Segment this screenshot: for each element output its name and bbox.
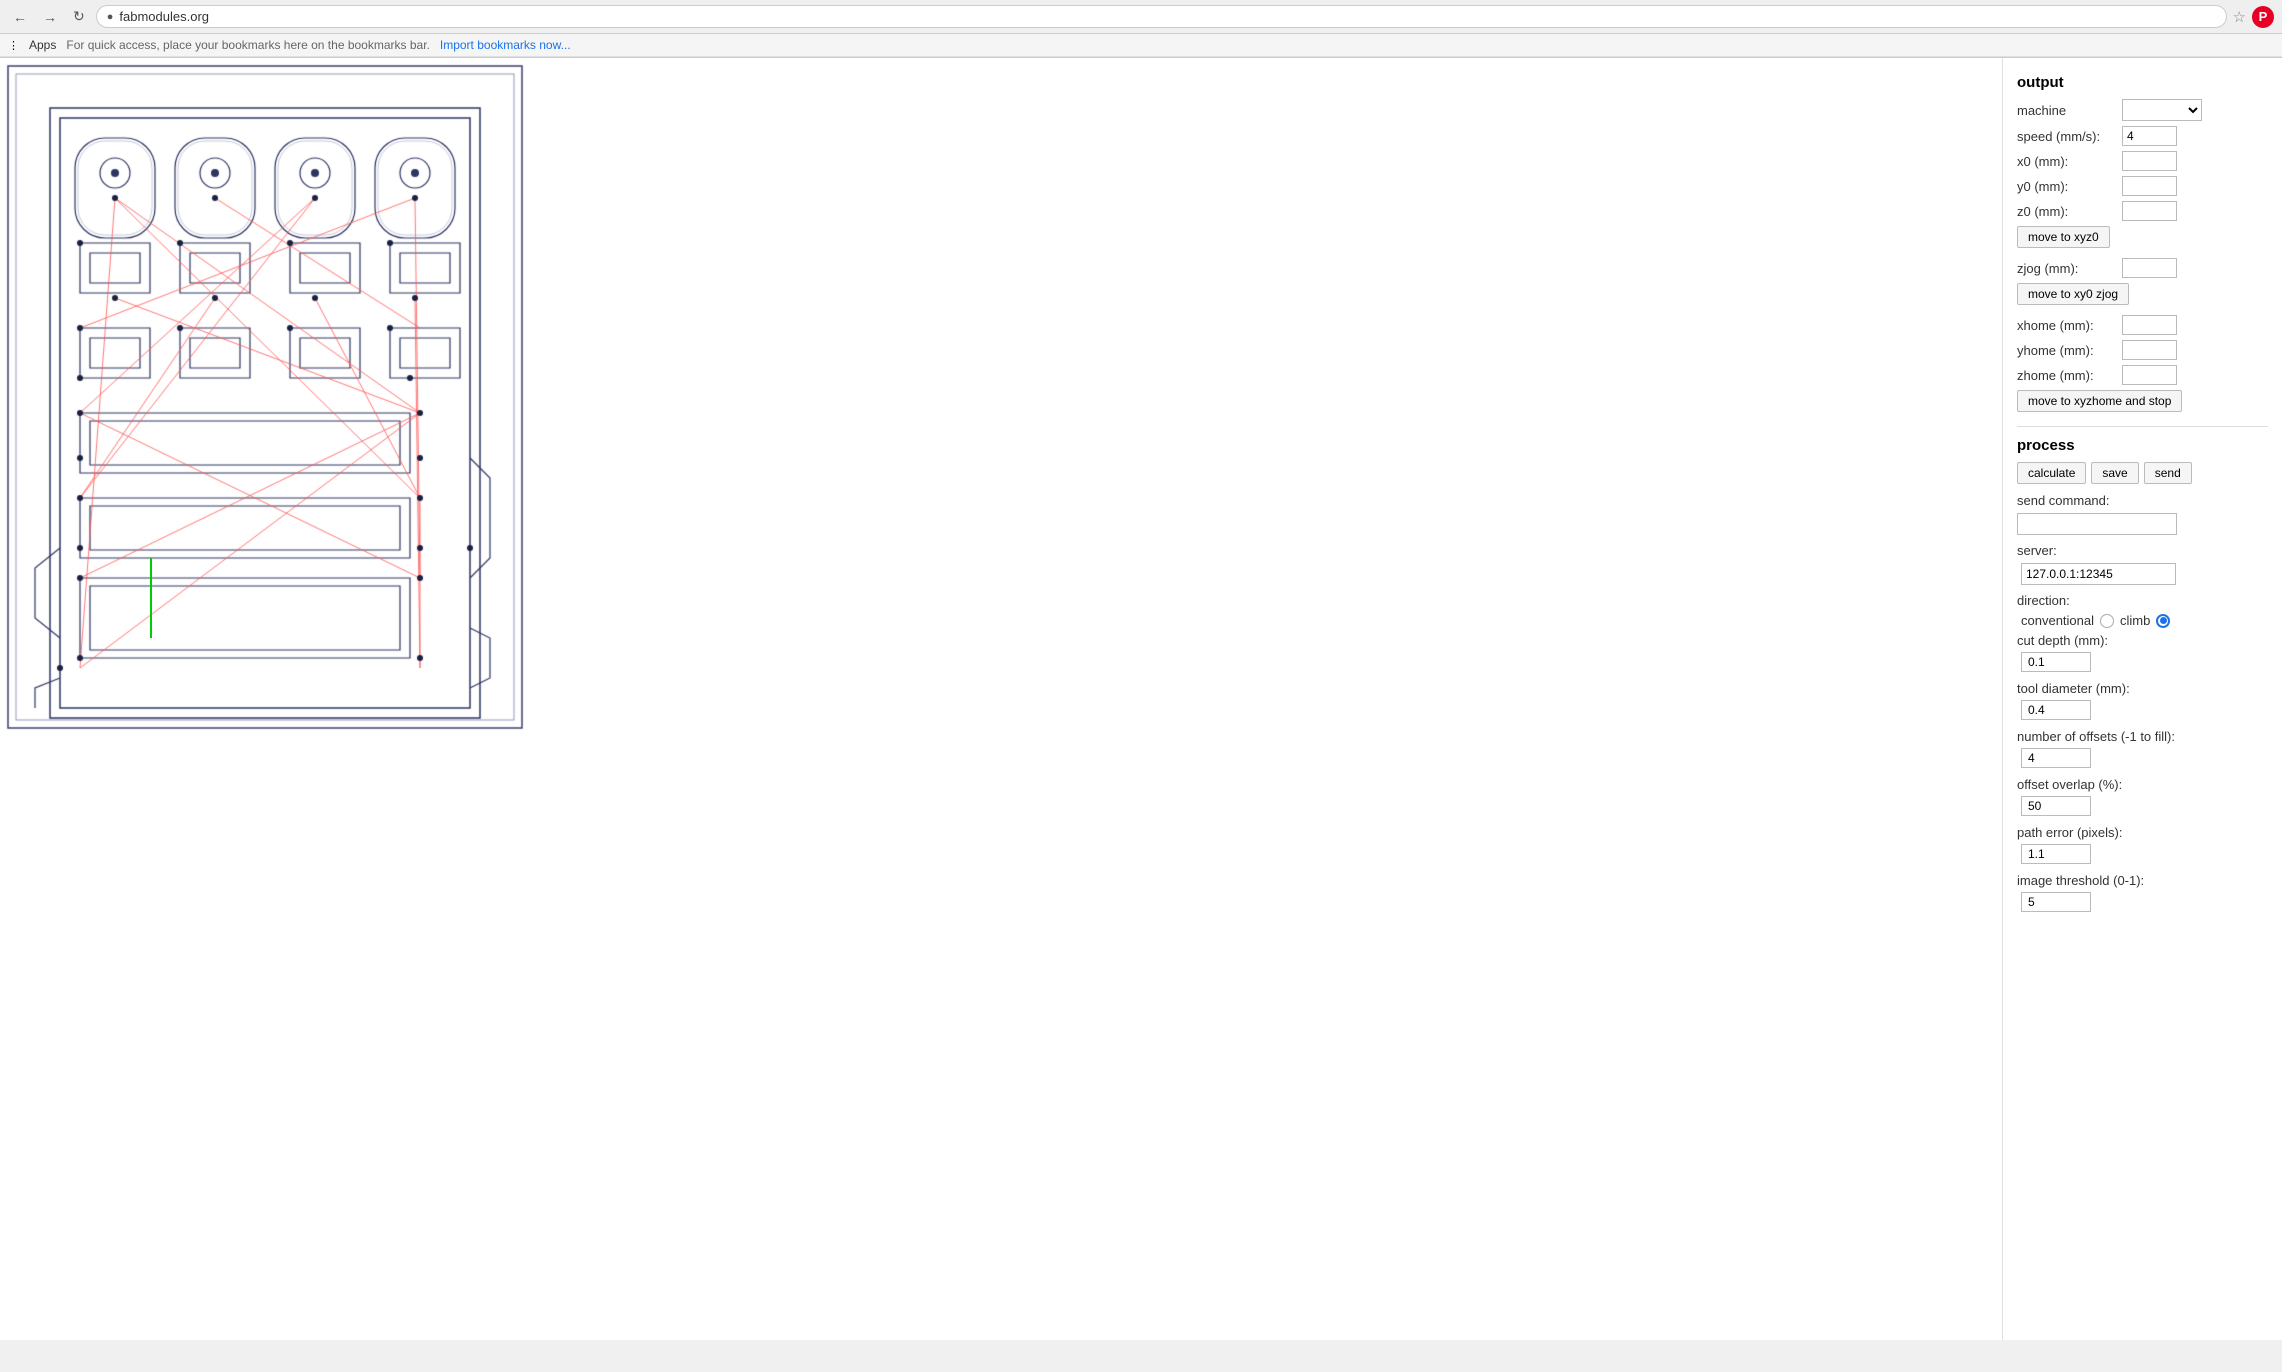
zjog-row: zjog (mm): <box>2017 258 2268 278</box>
move-xy0zjog-button[interactable]: move to xy0 zjog <box>2017 283 2129 305</box>
offset-overlap-input[interactable] <box>2021 796 2091 816</box>
send-command-label: send command: <box>2017 493 2117 508</box>
right-panel: output machine speed (mm/s): x0 (mm): y0… <box>2002 58 2282 1340</box>
server-row: server: <box>2017 543 2268 558</box>
calculate-button[interactable]: calculate <box>2017 462 2086 484</box>
speed-input[interactable] <box>2122 126 2177 146</box>
apps-link[interactable]: Apps <box>29 38 56 52</box>
output-section-title: output <box>2017 74 2268 91</box>
bookmark-star-button[interactable]: ☆ <box>2233 8 2246 26</box>
offset-overlap-label: offset overlap (%): <box>2017 777 2122 792</box>
server-input[interactable] <box>2021 563 2176 585</box>
y0-input[interactable] <box>2122 176 2177 196</box>
bookmarks-bar: ⋮ Apps For quick access, place your book… <box>0 34 2282 57</box>
speed-row: speed (mm/s): <box>2017 126 2268 146</box>
import-bookmarks-link[interactable]: Import bookmarks now... <box>440 38 571 52</box>
url-text: fabmodules.org <box>119 9 2215 24</box>
main-content: output machine speed (mm/s): x0 (mm): y0… <box>0 58 2282 1340</box>
yhome-label: yhome (mm): <box>2017 343 2117 358</box>
zhome-input[interactable] <box>2122 365 2177 385</box>
z0-input[interactable] <box>2122 201 2177 221</box>
z0-row: z0 (mm): <box>2017 201 2268 221</box>
y0-row: y0 (mm): <box>2017 176 2268 196</box>
yhome-input[interactable] <box>2122 340 2177 360</box>
x0-input[interactable] <box>2122 151 2177 171</box>
main-canvas <box>0 58 530 738</box>
lock-icon: ● <box>107 11 114 23</box>
send-button[interactable]: send <box>2144 462 2192 484</box>
climb-label: climb <box>2120 613 2150 628</box>
green-line-indicator <box>150 558 152 638</box>
save-button[interactable]: save <box>2091 462 2138 484</box>
move-xyz0-button[interactable]: move to xyz0 <box>2017 226 2110 248</box>
back-button[interactable]: ← <box>8 7 32 27</box>
zjog-label: zjog (mm): <box>2017 261 2117 276</box>
address-bar[interactable]: ● fabmodules.org <box>96 5 2227 28</box>
speed-label: speed (mm/s): <box>2017 129 2117 144</box>
section-divider-1 <box>2017 426 2268 427</box>
server-label: server: <box>2017 543 2117 558</box>
y0-label: y0 (mm): <box>2017 179 2117 194</box>
bookmark-hint-text: For quick access, place your bookmarks h… <box>66 38 430 52</box>
z0-label: z0 (mm): <box>2017 204 2117 219</box>
zjog-input[interactable] <box>2122 258 2177 278</box>
pinterest-button[interactable]: P <box>2252 6 2274 28</box>
direction-row: conventional climb <box>2021 613 2268 628</box>
num-offsets-input[interactable] <box>2021 748 2091 768</box>
machine-label: machine <box>2017 103 2117 118</box>
reload-button[interactable]: ↻ <box>68 6 90 27</box>
climb-radio[interactable] <box>2156 614 2170 628</box>
machine-select[interactable] <box>2122 99 2202 121</box>
xhome-label: xhome (mm): <box>2017 318 2117 333</box>
apps-grid-icon: ⋮ <box>8 39 19 52</box>
send-command-row: send command: <box>2017 493 2268 508</box>
direction-label: direction: <box>2017 593 2070 608</box>
cut-depth-label: cut depth (mm): <box>2017 633 2108 648</box>
num-offsets-label: number of offsets (-1 to fill): <box>2017 729 2175 744</box>
xhome-row: xhome (mm): <box>2017 315 2268 335</box>
zhome-label: zhome (mm): <box>2017 368 2117 383</box>
xhome-input[interactable] <box>2122 315 2177 335</box>
conventional-label: conventional <box>2021 613 2094 628</box>
forward-button[interactable]: → <box>38 7 62 27</box>
canvas-area <box>0 58 2002 1340</box>
yhome-row: yhome (mm): <box>2017 340 2268 360</box>
conventional-radio[interactable] <box>2100 614 2114 628</box>
zhome-row: zhome (mm): <box>2017 365 2268 385</box>
cut-depth-input[interactable] <box>2021 652 2091 672</box>
machine-row: machine <box>2017 99 2268 121</box>
image-threshold-input[interactable] <box>2021 892 2091 912</box>
path-error-label: path error (pixels): <box>2017 825 2122 840</box>
path-error-input[interactable] <box>2021 844 2091 864</box>
send-command-input[interactable] <box>2017 513 2177 535</box>
move-xyzhome-button[interactable]: move to xyzhome and stop <box>2017 390 2182 412</box>
tool-diameter-label: tool diameter (mm): <box>2017 681 2130 696</box>
process-section-title: process <box>2017 437 2268 454</box>
x0-label: x0 (mm): <box>2017 154 2117 169</box>
x0-row: x0 (mm): <box>2017 151 2268 171</box>
tool-diameter-input[interactable] <box>2021 700 2091 720</box>
process-buttons-row: calculate save send <box>2017 462 2268 488</box>
image-threshold-label: image threshold (0-1): <box>2017 873 2144 888</box>
